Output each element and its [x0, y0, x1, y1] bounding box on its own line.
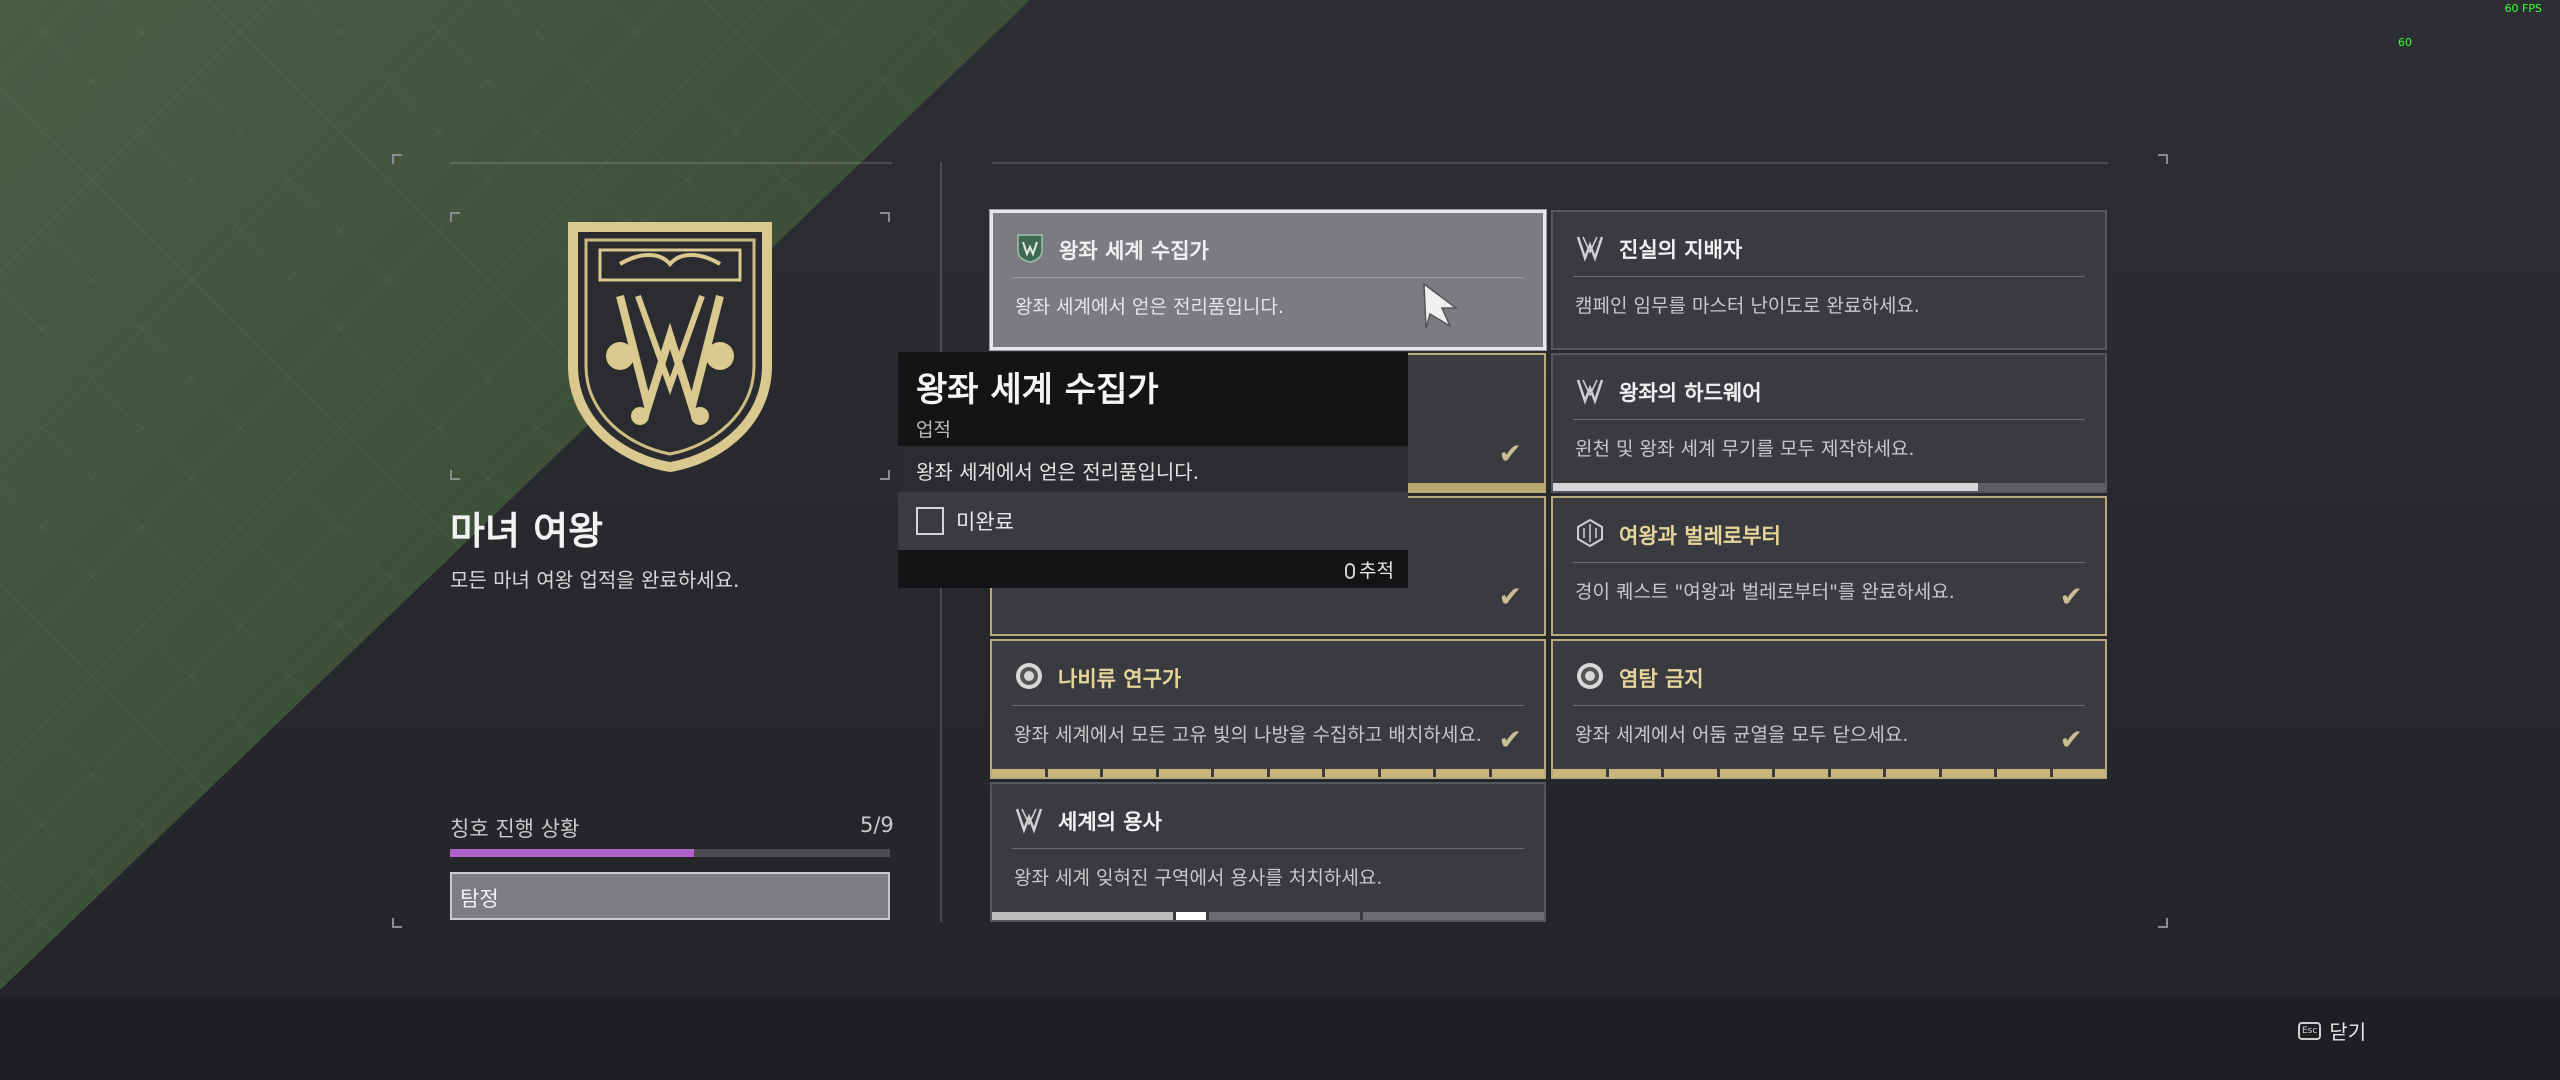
card-name: 왕좌의 하드웨어 [1619, 381, 1762, 405]
cursor-icon [1420, 282, 1460, 332]
fps-counter-small: 60 [2398, 36, 2412, 49]
hive-sigil-icon [1014, 804, 1044, 834]
card-name: 왕좌 세계 수집가 [1059, 239, 1209, 263]
card-divider [1012, 848, 1524, 849]
tooltip-type: 업적 [916, 419, 951, 441]
card-divider [1012, 705, 1524, 706]
witch-queen-icon [1015, 233, 1045, 263]
progress-label: 칭호 진행 상황 [450, 817, 580, 841]
close-button[interactable]: Esc 닫기 [2298, 1016, 2366, 1045]
card-throne-hardware[interactable]: 왕좌의 하드웨어 윈천 및 왕좌 세계 무기를 모두 제작하세요. [1551, 353, 2107, 493]
card-segment-bar [992, 769, 1544, 777]
frame-corner [2158, 918, 2168, 928]
progress-bar [450, 849, 890, 857]
bottom-bar [0, 997, 2560, 1080]
tooltip-title: 왕좌 세계 수집가 [916, 370, 1159, 410]
card-divider [1573, 562, 2085, 563]
esc-key-icon: Esc [2298, 1021, 2322, 1040]
tooltip-footer: 추적 [898, 550, 1408, 588]
hive-sigil-icon [1575, 375, 1605, 405]
card-name: 여왕과 벌레로부터 [1619, 524, 1781, 548]
tooltip-status: 미완료 [898, 492, 1408, 550]
frame-corner [392, 918, 402, 928]
incomplete-checkbox-icon [916, 507, 944, 535]
tooltip-header: 왕좌 세계 수집가 업적 [898, 352, 1408, 446]
card-name: 염탐 금지 [1619, 667, 1704, 691]
lucent-moth-icon [1014, 661, 1044, 691]
explore-button[interactable]: 탐정 [450, 872, 890, 920]
card-description: 왕좌 세계 잊혀진 구역에서 용사를 처치하세요. [1014, 867, 1383, 889]
card-name: 진실의 지배자 [1619, 238, 1743, 262]
tooltip-status-label: 미완료 [956, 510, 1014, 534]
card-name: 나비류 연구가 [1058, 667, 1182, 691]
emblem-corner [880, 470, 890, 480]
card-divider [1573, 419, 2085, 420]
progress-bar-fill [450, 849, 695, 857]
frame-corner [2158, 154, 2168, 164]
card-world-champion[interactable]: 세계의 용사 왕좌 세계 잊혀진 구역에서 용사를 처치하세요. [990, 782, 1546, 922]
track-label[interactable]: 추적 [1359, 560, 1394, 582]
card-description: 경이 퀘스트 "여왕과 벌레로부터"를 완료하세요. [1575, 581, 1955, 603]
check-icon: ✔ [2059, 580, 2083, 613]
achievement-tooltip: 왕좌 세계 수집가 업적 왕좌 세계에서 얻은 전리품입니다. 미완료 추적 [898, 352, 1408, 588]
card-divider [1573, 705, 2085, 706]
title-description: 모든 마녀 여왕 업적을 완료하세요. [450, 568, 740, 592]
mouse-icon [1345, 563, 1356, 579]
check-icon: ✔ [1498, 437, 1522, 470]
witch-queen-emblem-icon [560, 216, 780, 476]
card-description: 캠페인 임무를 마스터 난이도로 완료하세요. [1575, 295, 1920, 317]
card-progress-fill [1553, 483, 1979, 491]
fps-counter: 60 FPS [2504, 2, 2542, 15]
lucent-moth-icon [1575, 661, 1605, 691]
emblem-corner [450, 212, 460, 222]
check-icon: ✔ [1498, 723, 1522, 756]
card-no-peeking[interactable]: 염탐 금지 왕좌 세계에서 어둠 균열을 모두 닫으세요. ✔ [1551, 639, 2107, 779]
check-icon: ✔ [2059, 723, 2083, 756]
card-description: 왕좌 세계에서 어둠 균열을 모두 닫으세요. [1575, 724, 1909, 746]
card-description: 왕좌 세계에서 얻은 전리품입니다. [1015, 296, 1284, 318]
hive-sigil-icon [1575, 232, 1605, 262]
card-divider [1573, 276, 2085, 277]
card-description: 왕좌 세계에서 모든 고유 빛의 나방을 수집하고 배치하세요. [1014, 724, 1482, 746]
card-progress-bar [1553, 483, 2105, 491]
card-segment-bar [1553, 769, 2105, 777]
emblem-corner [450, 470, 460, 480]
exotic-quest-icon [1575, 518, 1605, 548]
tooltip-description: 왕좌 세계에서 얻은 전리품입니다. [898, 446, 1408, 492]
progress-count: 5/9 [860, 813, 894, 837]
divider [450, 162, 892, 164]
check-icon: ✔ [1498, 580, 1522, 613]
card-queen-and-worm[interactable]: 여왕과 벌레로부터 경이 퀘스트 "여왕과 벌레로부터"를 완료하세요. ✔ [1551, 496, 2107, 636]
card-master-of-truth[interactable]: 진실의 지배자 캠페인 임무를 마스터 난이도로 완료하세요. [1551, 210, 2107, 350]
card-description: 윈천 및 왕좌 세계 무기를 모두 제작하세요. [1575, 438, 1915, 460]
emblem-corner [880, 212, 890, 222]
title-name: 마녀 여왕 [450, 509, 604, 553]
card-lepidopterist[interactable]: 나비류 연구가 왕좌 세계에서 모든 고유 빛의 나방을 수집하고 배치하세요.… [990, 639, 1546, 779]
frame-corner [392, 154, 402, 164]
card-segment-bar [992, 912, 1544, 920]
card-divider [1013, 277, 1523, 278]
close-label: 닫기 [2329, 1020, 2367, 1044]
card-name: 세계의 용사 [1058, 810, 1162, 834]
divider [992, 162, 2108, 164]
card-throne-world-collector[interactable]: 왕좌 세계 수집가 왕좌 세계에서 얻은 전리품입니다. [990, 210, 1546, 350]
